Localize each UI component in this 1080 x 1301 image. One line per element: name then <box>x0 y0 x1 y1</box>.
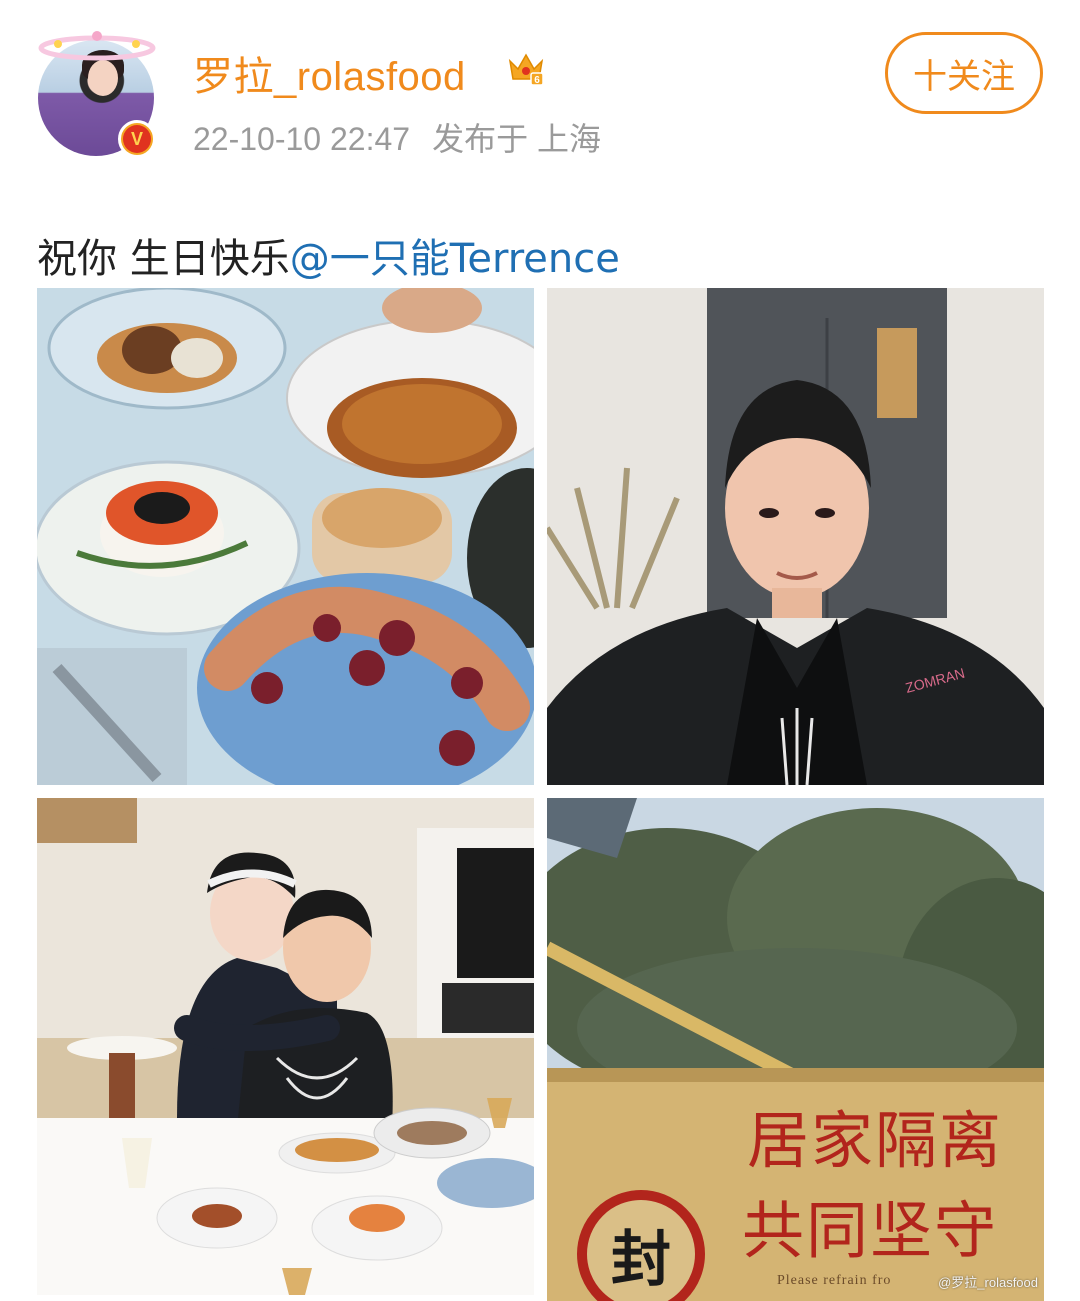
couple-dinner-photo[interactable] <box>37 798 534 1295</box>
avatar-frame-decoration-icon <box>38 31 156 61</box>
man-portrait-photo[interactable]: ZOMRAN <box>547 288 1044 785</box>
post-timestamp: 22-10-10 22:47 <box>193 121 411 157</box>
sign-line-2: 共同坚守 <box>742 1194 999 1267</box>
avatar[interactable]: V <box>38 31 156 158</box>
watermark: @罗拉_rolasfood <box>938 1275 1038 1290</box>
post-meta: 22-10-10 22:47 发布于 上海 <box>193 114 623 160</box>
post-text-body: 祝你 生日快乐 <box>37 236 290 282</box>
food-table-photo[interactable] <box>37 288 534 785</box>
man-portrait-illustration: ZOMRAN <box>547 288 1044 785</box>
food-table-illustration <box>37 288 534 785</box>
username[interactable]: 罗拉_rolasfood <box>193 44 466 102</box>
seal-char: 封 <box>611 1224 671 1295</box>
crown-level-icon: 6 <box>508 53 544 86</box>
svg-text:6: 6 <box>534 75 540 86</box>
mention-link[interactable]: @一只能Terrence <box>290 236 620 282</box>
verified-v-icon: V <box>118 120 156 158</box>
quarantine-sign-photo[interactable]: 居家隔离 共同坚守 封 Please refrain fro @罗拉_rolas… <box>547 798 1044 1301</box>
sign-line-1: 居家隔离 <box>747 1104 1004 1177</box>
post-text: 祝你 生日快乐@一只能Terrence <box>37 226 620 284</box>
post-location: 发布于 上海 <box>432 121 601 157</box>
couple-dinner-illustration <box>37 798 534 1295</box>
sign-english-text: Please refrain fro <box>777 1273 892 1288</box>
weibo-post: V 罗拉_rolasfood 6 22-10-10 22:47 发布于 上海 十关… <box>0 0 1080 1301</box>
follow-button[interactable]: 十关注 <box>885 32 1043 114</box>
